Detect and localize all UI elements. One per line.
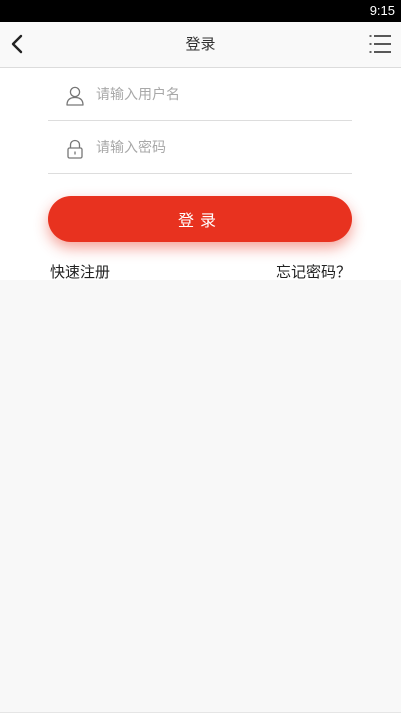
password-input[interactable] <box>96 135 336 161</box>
user-icon <box>66 86 84 106</box>
username-row <box>48 68 352 121</box>
page-title: 登录 <box>185 35 216 53</box>
status-time: 9:15 <box>369 3 395 18</box>
username-input[interactable] <box>96 82 336 108</box>
forgot-password-link[interactable]: 忘记密码？ <box>276 261 351 282</box>
login-button[interactable]: 登录 <box>48 196 352 242</box>
status-bar: 9:15 <box>0 0 401 22</box>
lock-icon <box>67 139 83 159</box>
password-row <box>48 121 352 174</box>
nav-bar: 登录 <box>0 22 401 68</box>
login-form: 登录 快速注册 忘记密码？ <box>0 68 401 282</box>
menu-list-icon[interactable] <box>369 34 391 54</box>
register-link[interactable]: 快速注册 <box>50 261 110 282</box>
